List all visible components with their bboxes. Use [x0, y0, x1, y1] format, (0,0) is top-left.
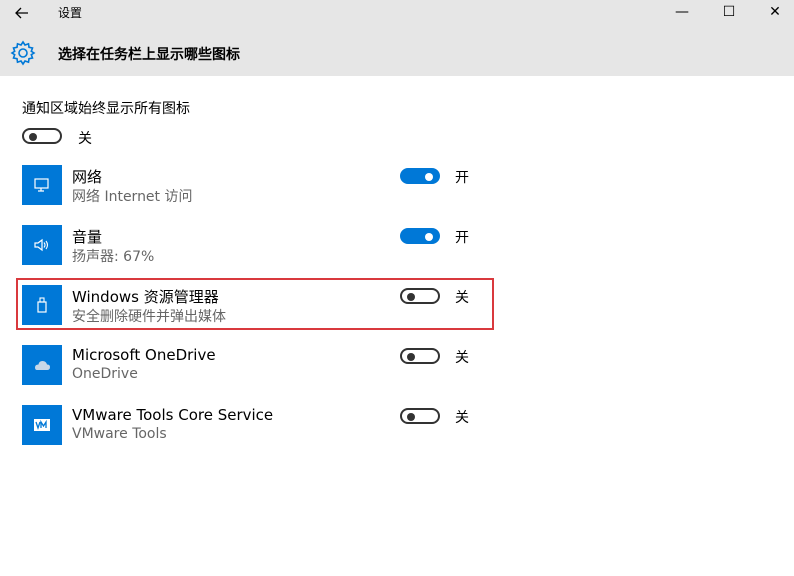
vmware-toggle[interactable] — [400, 408, 440, 424]
show-all-icons-state: 关 — [78, 131, 92, 147]
page-title: 选择在任务栏上显示哪些图标 — [58, 47, 240, 63]
app-tile-explorer — [22, 285, 62, 325]
gear-icon — [10, 40, 36, 66]
onedrive-toggle-state: 关 — [455, 350, 469, 366]
app-tile-network — [22, 165, 62, 205]
app-subtitle-onedrive: OneDrive — [72, 366, 138, 382]
app-name-volume: 音量 — [72, 228, 103, 246]
speaker-icon — [34, 238, 49, 252]
minimize-button[interactable]: — — [659, 0, 705, 24]
maximize-button[interactable]: ☐ — [706, 0, 752, 24]
toggle-knob — [29, 133, 37, 141]
app-title: 设置 — [58, 6, 83, 20]
back-button[interactable] — [10, 2, 34, 24]
toggle-knob — [425, 173, 433, 181]
app-tile-volume — [22, 225, 62, 265]
toggle-knob — [425, 233, 433, 241]
network-icon — [34, 178, 49, 192]
app-name-network: 网络 — [72, 168, 103, 186]
usb-drive-icon — [37, 297, 47, 313]
toggle-knob — [407, 353, 415, 361]
volume-toggle[interactable] — [400, 228, 440, 244]
app-name-explorer: Windows 资源管理器 — [72, 288, 219, 306]
explorer-toggle-state: 关 — [455, 290, 469, 306]
cloud-icon — [35, 361, 50, 370]
app-tile-vmware — [22, 405, 62, 445]
app-subtitle-network: 网络 Internet 访问 — [72, 189, 193, 205]
explorer-toggle[interactable] — [400, 288, 440, 304]
arrow-left-icon — [15, 7, 28, 19]
toggle-knob — [407, 413, 415, 421]
app-name-onedrive: Microsoft OneDrive — [72, 346, 216, 364]
title-bar: 设置 — ☐ ✕ 选择在任务栏上显示哪些图标 — [0, 0, 794, 76]
volume-toggle-state: 开 — [455, 230, 469, 246]
network-toggle[interactable] — [400, 168, 440, 184]
vmware-toggle-state: 关 — [455, 410, 469, 426]
app-subtitle-explorer: 安全删除硬件并弹出媒体 — [72, 309, 226, 325]
network-toggle-state: 开 — [455, 170, 469, 186]
toggle-knob — [407, 293, 415, 301]
app-subtitle-vmware: VMware Tools — [72, 426, 167, 442]
vmware-icon — [34, 419, 50, 431]
app-subtitle-volume: 扬声器: 67% — [72, 249, 155, 265]
show-all-icons-toggle[interactable] — [22, 128, 62, 144]
app-name-vmware: VMware Tools Core Service — [72, 406, 274, 424]
onedrive-toggle[interactable] — [400, 348, 440, 364]
show-all-icons-label: 通知区域始终显示所有图标 — [22, 101, 190, 117]
close-button[interactable]: ✕ — [752, 0, 794, 24]
app-tile-onedrive — [22, 345, 62, 385]
